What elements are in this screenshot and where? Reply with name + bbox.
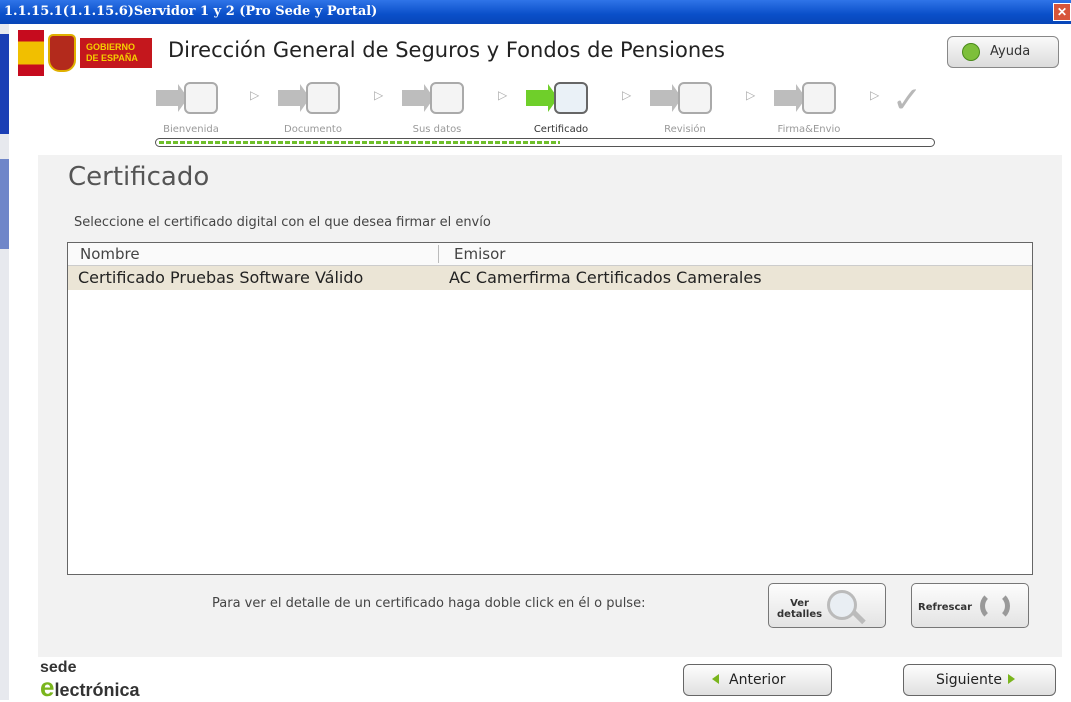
arrow-left-icon bbox=[712, 674, 719, 684]
column-header-nombre[interactable]: Nombre bbox=[80, 245, 140, 263]
help-button[interactable]: Ayuda bbox=[947, 36, 1059, 68]
help-button-label: Ayuda bbox=[990, 44, 1031, 59]
step-label: Firma&Envio bbox=[777, 124, 841, 135]
step-separator-icon: ▷ bbox=[374, 88, 384, 102]
step-firma-envio[interactable]: Firma&Envio bbox=[768, 78, 842, 138]
close-icon[interactable]: ✕ bbox=[1053, 3, 1071, 21]
refresh-button[interactable]: Refrescar bbox=[911, 583, 1029, 628]
globe-icon bbox=[774, 80, 838, 120]
step-separator-icon: ▷ bbox=[498, 88, 508, 102]
step-revision[interactable]: Revisión bbox=[644, 78, 718, 138]
column-divider[interactable] bbox=[438, 245, 439, 263]
wizard-progress-bar bbox=[155, 138, 935, 147]
step-sus-datos[interactable]: Sus datos bbox=[396, 78, 470, 138]
magnifier-icon bbox=[650, 80, 714, 120]
form-icon bbox=[402, 80, 466, 120]
previous-button-label: Anterior bbox=[729, 672, 786, 688]
table-header: Nombre Emisor bbox=[68, 243, 1032, 266]
home-icon bbox=[156, 80, 220, 120]
window-title: 1.1.15.1(1.1.15.6)Servidor 1 y 2 (Pro Se… bbox=[4, 4, 378, 19]
step-certificado[interactable]: Certificado bbox=[520, 78, 594, 138]
refresh-icon bbox=[980, 591, 1010, 621]
left-edge-accent-lower bbox=[0, 159, 9, 249]
gobierno-logo: GOBIERNO DE ESPAÑA bbox=[18, 30, 158, 76]
step-label: Documento bbox=[284, 124, 342, 135]
cell-emisor: AC Camerfirma Certificados Camerales bbox=[449, 268, 762, 287]
step-label: Certificado bbox=[533, 124, 589, 135]
table-row[interactable]: Certificado Pruebas Software Válido AC C… bbox=[68, 266, 1032, 290]
step-label: Sus datos bbox=[412, 124, 462, 135]
instruction-text: Seleccione el certificado digital con el… bbox=[74, 215, 491, 230]
previous-button[interactable]: Anterior bbox=[683, 664, 832, 696]
next-button-label: Siguiente bbox=[936, 672, 1003, 688]
view-details-label: Ver detalles bbox=[777, 598, 823, 620]
step-documento[interactable]: Documento bbox=[272, 78, 346, 138]
arrow-right-icon bbox=[1008, 674, 1016, 684]
lightbulb-icon bbox=[962, 43, 980, 61]
next-button[interactable]: Siguiente bbox=[903, 664, 1056, 696]
wizard-steps: Bienvenida ▷ Documento ▷ Sus datos ▷ Cer… bbox=[150, 78, 940, 138]
certificate-icon bbox=[526, 80, 590, 120]
step-separator-icon: ▷ bbox=[870, 88, 880, 102]
page-title: Certificado bbox=[68, 162, 210, 192]
step-separator-icon: ▷ bbox=[622, 88, 632, 102]
wizard-progress-fill bbox=[159, 141, 560, 144]
document-tree-icon bbox=[278, 80, 342, 120]
step-separator-icon: ▷ bbox=[250, 88, 260, 102]
gobierno-label: GOBIERNO DE ESPAÑA bbox=[80, 38, 152, 68]
refresh-label: Refrescar bbox=[918, 602, 973, 613]
step-label: Revisión bbox=[664, 124, 706, 135]
step-separator-icon: ▷ bbox=[746, 88, 756, 102]
cell-nombre: Certificado Pruebas Software Válido bbox=[78, 268, 364, 287]
certificate-table[interactable]: Nombre Emisor Certificado Pruebas Softwa… bbox=[67, 242, 1033, 575]
window-title-bar[interactable]: 1.1.15.1(1.1.15.6)Servidor 1 y 2 (Pro Se… bbox=[0, 0, 1071, 24]
detail-hint-text: Para ver el detalle de un certificado ha… bbox=[212, 596, 646, 611]
view-details-button[interactable]: Ver detalles bbox=[768, 583, 886, 628]
coat-of-arms-icon bbox=[48, 34, 76, 72]
step-bienvenida[interactable]: Bienvenida bbox=[150, 78, 224, 138]
left-edge-strip bbox=[0, 24, 9, 700]
checkmark-icon: ✓ bbox=[892, 80, 923, 121]
step-label: Bienvenida bbox=[163, 124, 219, 135]
app-title: Dirección General de Seguros y Fondos de… bbox=[168, 38, 725, 62]
magnifier-icon bbox=[827, 590, 857, 620]
column-header-emisor[interactable]: Emisor bbox=[454, 245, 505, 263]
left-edge-accent bbox=[0, 34, 9, 134]
spain-flag-icon bbox=[18, 30, 44, 76]
